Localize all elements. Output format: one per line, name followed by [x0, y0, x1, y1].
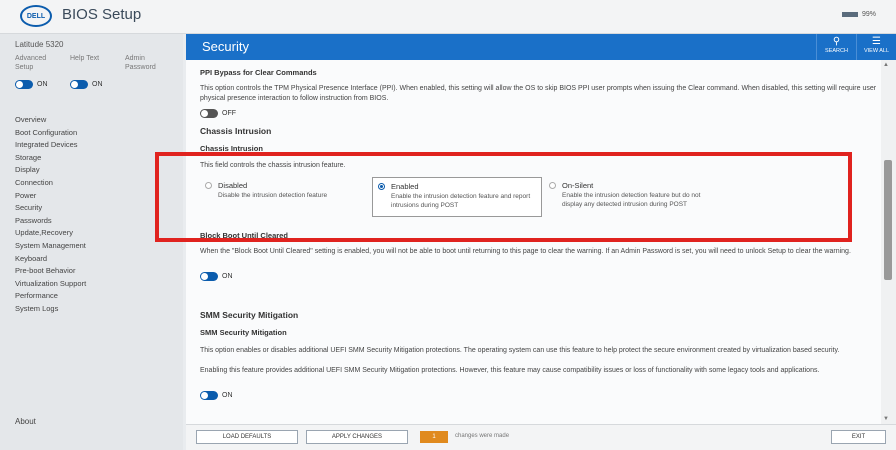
load-defaults-button[interactable]: LOAD DEFAULTS [196, 430, 298, 444]
sliders-icon: ☰ [872, 36, 881, 47]
toggle-switch-icon [15, 80, 33, 89]
search-label: SEARCH [825, 48, 848, 54]
mode-label-admin-password: Admin Password [125, 55, 156, 71]
chassis-intrusion-title: Chassis Intrusion [200, 144, 263, 153]
smm-title: SMM Security Mitigation [200, 328, 287, 337]
sidebar-item-display[interactable]: Display [15, 164, 86, 177]
scroll-thumb[interactable] [884, 160, 892, 280]
mode-label-help-text: Help Text [70, 55, 100, 62]
battery-indicator: 99% [841, 11, 876, 18]
toggle-switch-icon [200, 391, 218, 400]
changes-count-badge: 1 [420, 431, 448, 443]
toggle-state: OFF [222, 110, 236, 117]
radio-selected-icon [378, 183, 385, 190]
settings-content: PPI Bypass for Clear Commands This optio… [186, 60, 881, 424]
sidebar-item-update-recovery[interactable]: Update,Recovery [15, 227, 86, 240]
mode-label-advanced-setup: Advanced Setup [15, 55, 47, 71]
chassis-intrusion-section-title: Chassis Intrusion [200, 126, 272, 136]
advanced-setup-toggle[interactable]: ON [15, 80, 48, 89]
sidebar-item-performance[interactable]: Performance [15, 290, 86, 303]
smm-description-2: Enabling this feature provides additiona… [200, 367, 820, 374]
option-enabled[interactable]: Enabled Enable the intrusion detection f… [372, 177, 542, 217]
dell-logo-icon: DELL [20, 5, 52, 27]
chassis-intrusion-description: This field controls the chassis intrusio… [200, 162, 346, 169]
sidebar-item-power[interactable]: Power [15, 190, 86, 203]
view-all-label: VIEW ALL [863, 48, 890, 54]
toggle-state: ON [92, 81, 103, 88]
search-button[interactable]: ⚲ SEARCH [816, 34, 856, 60]
toggle-state: ON [37, 81, 48, 88]
sidebar-item-passwords[interactable]: Passwords [15, 215, 86, 228]
sidebar-item-virtualization-support[interactable]: Virtualization Support [15, 278, 86, 291]
search-icon: ⚲ [832, 36, 841, 47]
sidebar-item-system-management[interactable]: System Management [15, 240, 86, 253]
help-text-toggle[interactable]: ON [70, 80, 103, 89]
toggle-state: ON [222, 273, 233, 280]
page-title: Security [202, 39, 249, 54]
toggle-switch-icon [200, 272, 218, 281]
sidebar-item-keyboard[interactable]: Keyboard [15, 253, 86, 266]
ppi-bypass-toggle[interactable]: OFF [200, 109, 236, 118]
exit-button[interactable]: EXIT [831, 430, 886, 444]
device-model: Latitude 5320 [15, 40, 64, 49]
toggle-switch-icon [200, 109, 218, 118]
block-boot-title: Block Boot Until Cleared [200, 231, 288, 240]
sidebar-item-connection[interactable]: Connection [15, 177, 86, 190]
block-boot-toggle[interactable]: ON [200, 272, 233, 281]
option-title: On-Silent [562, 181, 594, 190]
footer-bar: LOAD DEFAULTS APPLY CHANGES 1 changes we… [186, 424, 896, 450]
option-description: Enable the intrusion detection feature b… [562, 192, 701, 208]
apply-changes-button[interactable]: APPLY CHANGES [306, 430, 408, 444]
view-all-button[interactable]: ☰ VIEW ALL [856, 34, 896, 60]
sidebar: Latitude 5320 Advanced Setup Help Text A… [0, 34, 183, 450]
option-description: Enable the intrusion detection feature a… [391, 193, 531, 209]
app-title: BIOS Setup [62, 6, 142, 23]
chassis-intrusion-options: Disabled Disable the intrusion detection… [200, 177, 740, 217]
ppi-bypass-description: This option controls the TPM Physical Pr… [200, 85, 877, 102]
sidebar-item-overview[interactable]: Overview [15, 114, 86, 127]
scroll-up-icon[interactable]: ▲ [883, 62, 889, 68]
content-scrollbar[interactable]: ▲ ▼ [881, 60, 896, 424]
option-on-silent[interactable]: On-Silent Enable the intrusion detection… [544, 177, 714, 217]
block-boot-description: When the "Block Boot Until Cleared" sett… [200, 248, 851, 255]
sidebar-item-storage[interactable]: Storage [15, 152, 86, 165]
sidebar-item-about[interactable]: About [15, 417, 36, 426]
option-title: Enabled [391, 182, 419, 191]
smm-description-1: This option enables or disables addition… [200, 347, 840, 354]
option-description: Disable the intrusion detection feature [218, 192, 328, 199]
battery-icon [841, 12, 858, 17]
smm-toggle[interactable]: ON [200, 391, 233, 400]
option-title: Disabled [218, 181, 248, 190]
section-header: Security ⚲ SEARCH ☰ VIEW ALL [186, 34, 896, 60]
toggle-switch-icon [70, 80, 88, 89]
sidebar-item-pre-boot-behavior[interactable]: Pre-boot Behavior [15, 265, 86, 278]
ppi-bypass-title: PPI Bypass for Clear Commands [200, 68, 317, 77]
option-disabled[interactable]: Disabled Disable the intrusion detection… [200, 177, 370, 217]
toggle-state: ON [222, 392, 233, 399]
scroll-down-icon[interactable]: ▼ [883, 416, 889, 422]
sidebar-item-system-logs[interactable]: System Logs [15, 303, 86, 316]
smm-section-title: SMM Security Mitigation [200, 310, 299, 320]
battery-level: 99% [861, 11, 876, 18]
sidebar-item-boot-configuration[interactable]: Boot Configuration [15, 127, 86, 140]
sidebar-item-security[interactable]: Security [15, 202, 86, 215]
changes-note: changes were made [455, 433, 510, 439]
sidebar-nav: Overview Boot Configuration Integrated D… [15, 114, 86, 316]
radio-icon [549, 182, 556, 189]
radio-icon [205, 182, 212, 189]
sidebar-item-integrated-devices[interactable]: Integrated Devices [15, 139, 86, 152]
top-bar: DELL BIOS Setup 99% [0, 0, 896, 34]
